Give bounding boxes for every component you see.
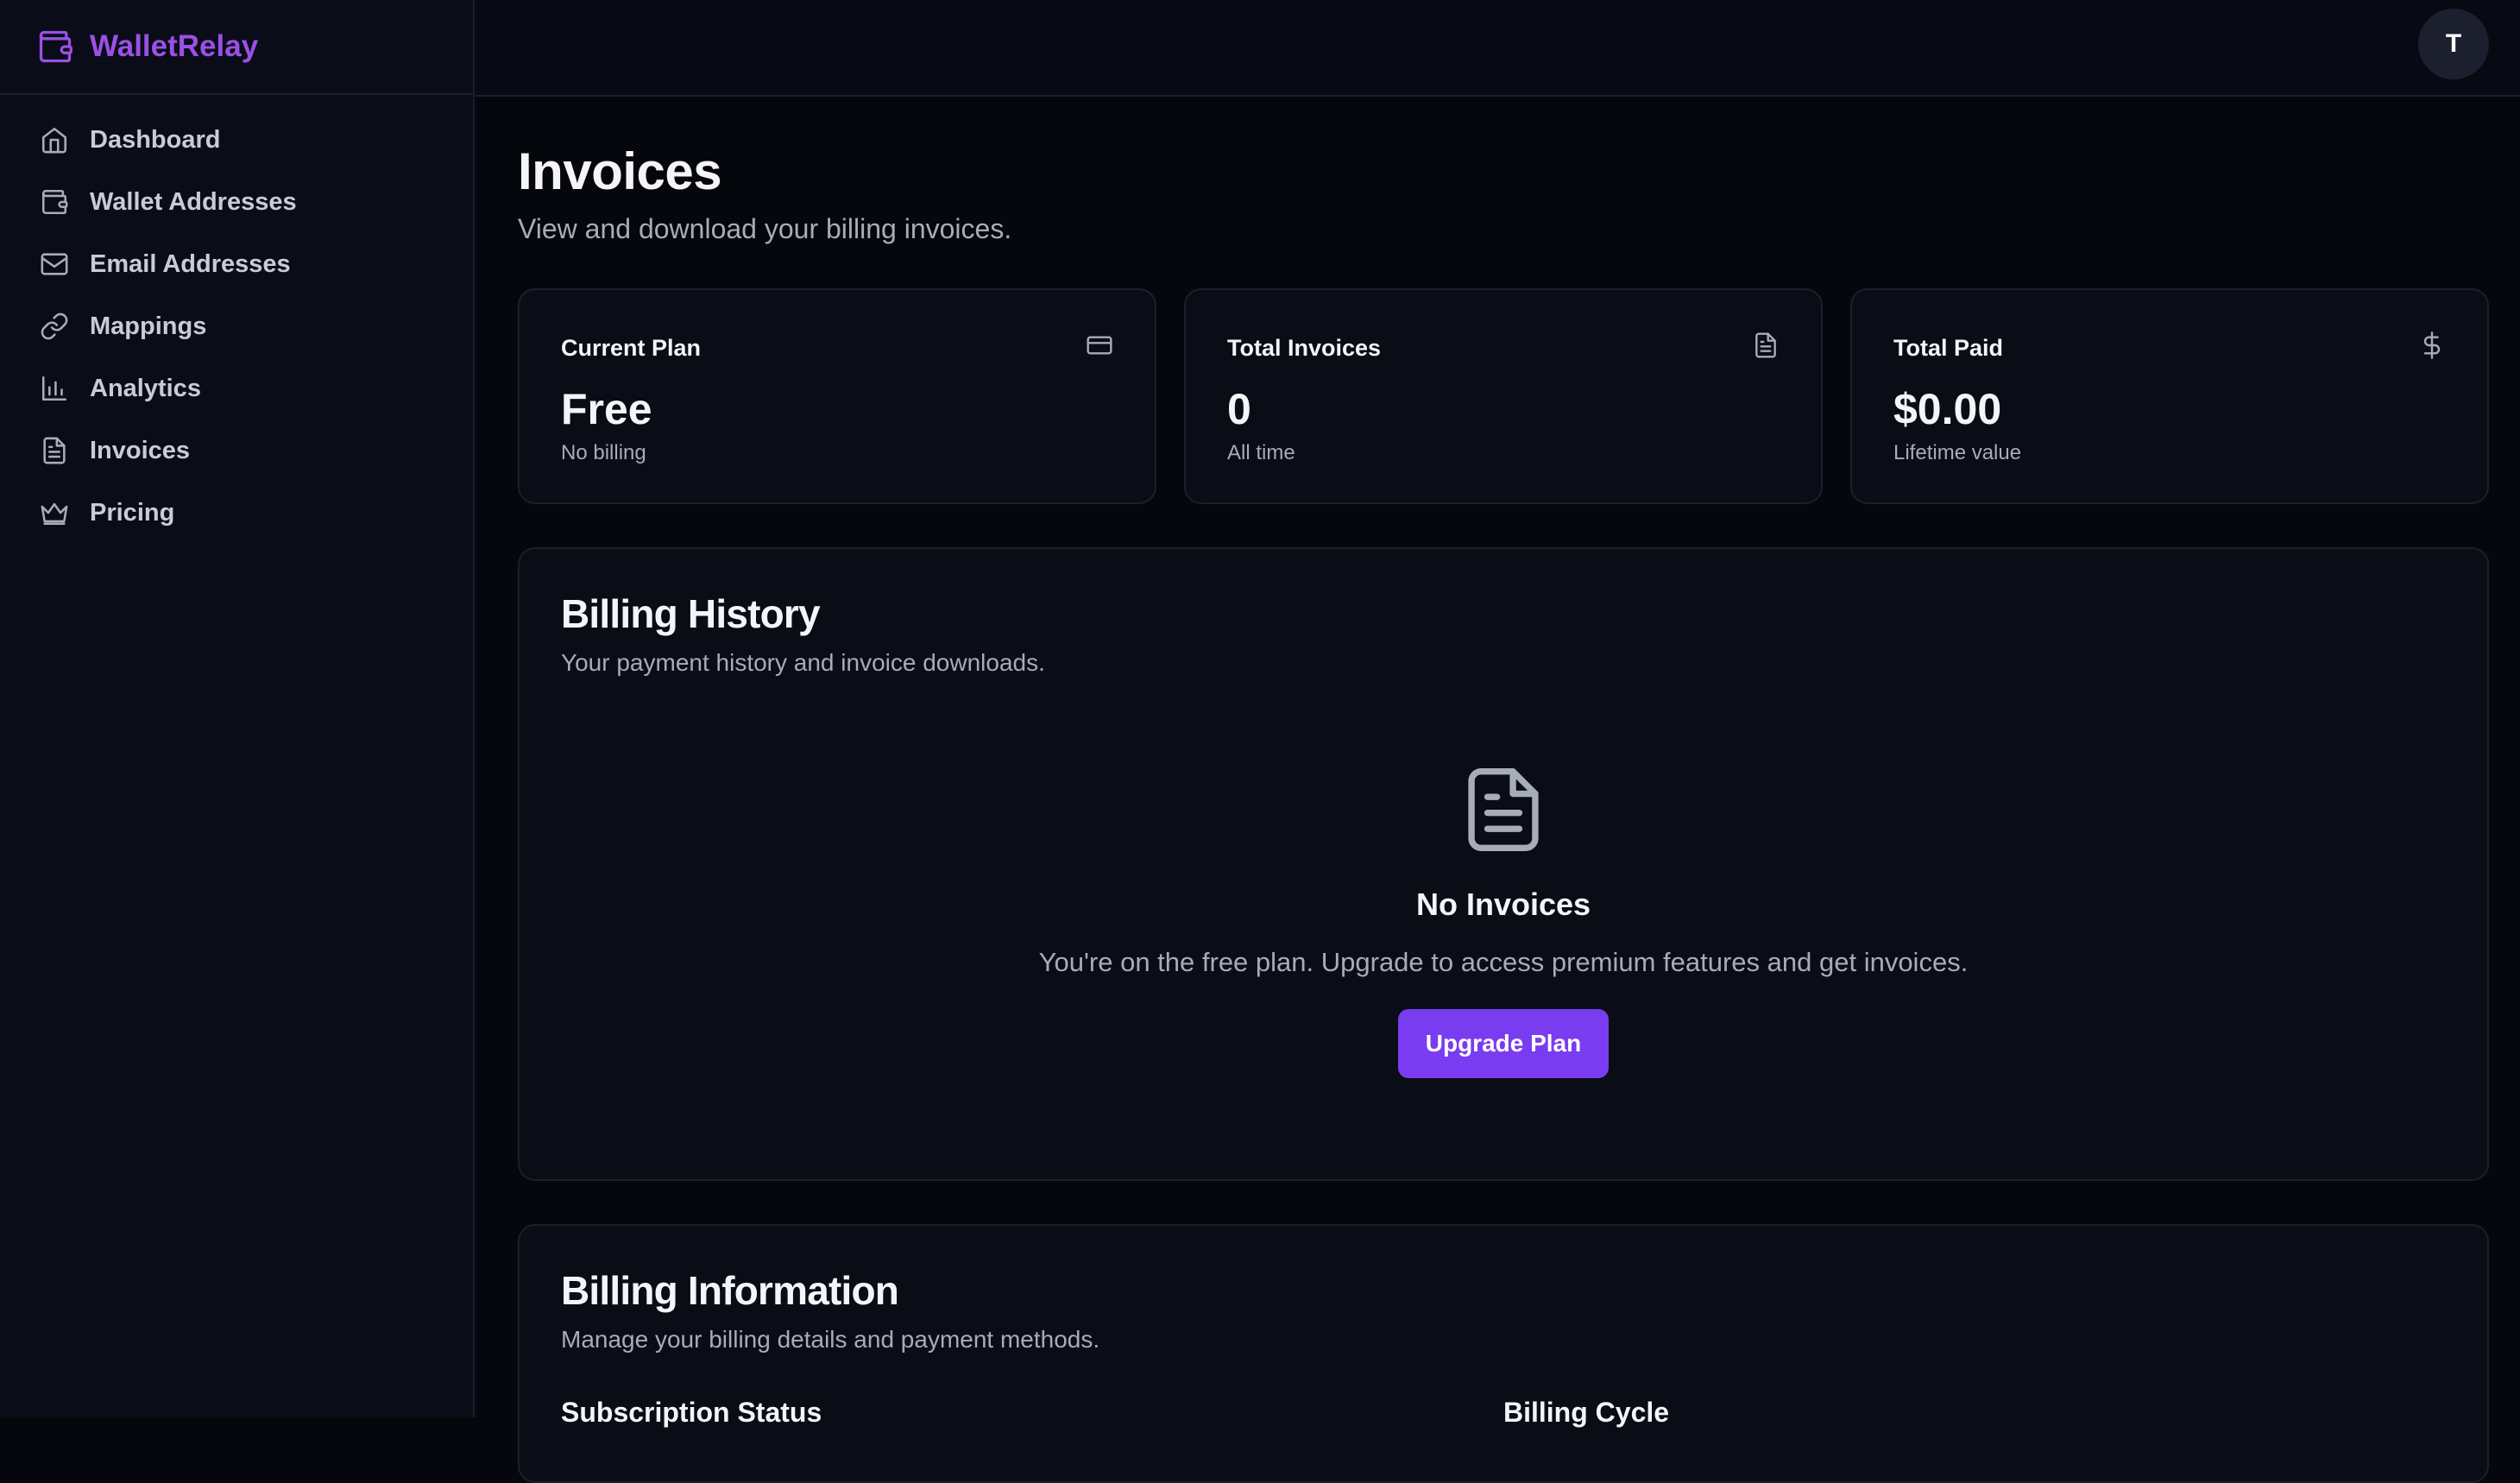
empty-state: No Invoices You're on the free plan. Upg… [561, 768, 2446, 1078]
file-text-icon [43, 437, 66, 464]
billing-cycle-label: Billing Cycle [1503, 1397, 1670, 1428]
stat-card-total-paid: Total Paid $0.00 Lifetime value [1850, 288, 2489, 504]
stat-card-total-invoices: Total Invoices 0 All time [1184, 288, 1823, 504]
sidebar-nav: Dashboard Wallet Addresses Email Address… [0, 95, 473, 544]
stat-sub: No billing [561, 441, 646, 464]
card-title: Billing Information [561, 1268, 899, 1313]
sidebar-item-label: Invoices [90, 436, 191, 464]
stat-sub: Lifetime value [1893, 441, 2022, 464]
stat-sub: All time [1227, 441, 1295, 464]
sidebar-item-label: Pricing [90, 498, 175, 527]
bar-chart-icon [41, 375, 67, 401]
wallet-icon [41, 189, 68, 215]
card-title: Billing History [561, 591, 821, 636]
link-icon [41, 312, 68, 340]
stat-label: Total Paid [1893, 335, 2004, 361]
sidebar-item-label: Analytics [90, 374, 201, 402]
billing-information-card: Billing Information Manage your billing … [518, 1224, 2489, 1483]
file-text-icon [1755, 332, 1776, 358]
sidebar-item-label: Email Addresses [90, 249, 291, 278]
top-bar: T [475, 0, 2520, 97]
stat-label: Current Plan [561, 335, 702, 361]
card-description: Your payment history and invoice downloa… [561, 649, 1045, 676]
wallet-logo-icon [39, 30, 72, 63]
empty-text: You're on the free plan. Upgrade to acce… [1038, 947, 1969, 977]
sidebar-item-label: Dashboard [90, 125, 221, 154]
dollar-icon [2423, 331, 2441, 359]
stat-card-current-plan: Current Plan Free No billing [518, 288, 1156, 504]
billing-history-card: Billing History Your payment history and… [518, 547, 2489, 1181]
main-content: Invoices View and download your billing … [518, 97, 2489, 1483]
sidebar: WalletRelay Dashboard Wallet Addresses E… [0, 0, 475, 1417]
card-description: Manage your billing details and payment … [561, 1326, 1100, 1353]
sidebar-item-dashboard[interactable]: Dashboard [0, 109, 473, 171]
stat-value: Free [561, 385, 652, 433]
credit-card-icon [1087, 336, 1112, 355]
home-icon [41, 127, 67, 154]
sidebar-item-invoices[interactable]: Invoices [0, 420, 473, 482]
crown-icon [41, 502, 68, 526]
sidebar-item-pricing[interactable]: Pricing [0, 482, 473, 544]
sidebar-item-analytics[interactable]: Analytics [0, 357, 473, 420]
page-title: Invoices [518, 142, 722, 200]
sidebar-item-email-addresses[interactable]: Email Addresses [0, 233, 473, 295]
billing-info-columns: Subscription Status Billing Cycle [561, 1397, 2446, 1429]
empty-title: No Invoices [1415, 887, 1591, 922]
stat-value: 0 [1227, 385, 1251, 433]
page-subtitle: View and download your billing invoices. [518, 213, 1012, 244]
stats-row: Current Plan Free No billing Total Invoi… [518, 288, 2489, 504]
stat-value: $0.00 [1893, 385, 2002, 433]
subscription-status-label: Subscription Status [561, 1397, 822, 1428]
upgrade-plan-button[interactable]: Upgrade Plan [1397, 1009, 1610, 1078]
sidebar-item-wallet-addresses[interactable]: Wallet Addresses [0, 171, 473, 233]
mail-icon [41, 253, 68, 275]
avatar[interactable]: T [2418, 9, 2489, 79]
sidebar-item-label: Mappings [90, 312, 207, 340]
brand-name: WalletRelay [90, 29, 259, 63]
file-text-icon [1468, 768, 1539, 851]
sidebar-item-label: Wallet Addresses [90, 187, 297, 216]
brand[interactable]: WalletRelay [0, 0, 473, 95]
sidebar-item-mappings[interactable]: Mappings [0, 295, 473, 357]
stat-label: Total Invoices [1227, 335, 1382, 361]
